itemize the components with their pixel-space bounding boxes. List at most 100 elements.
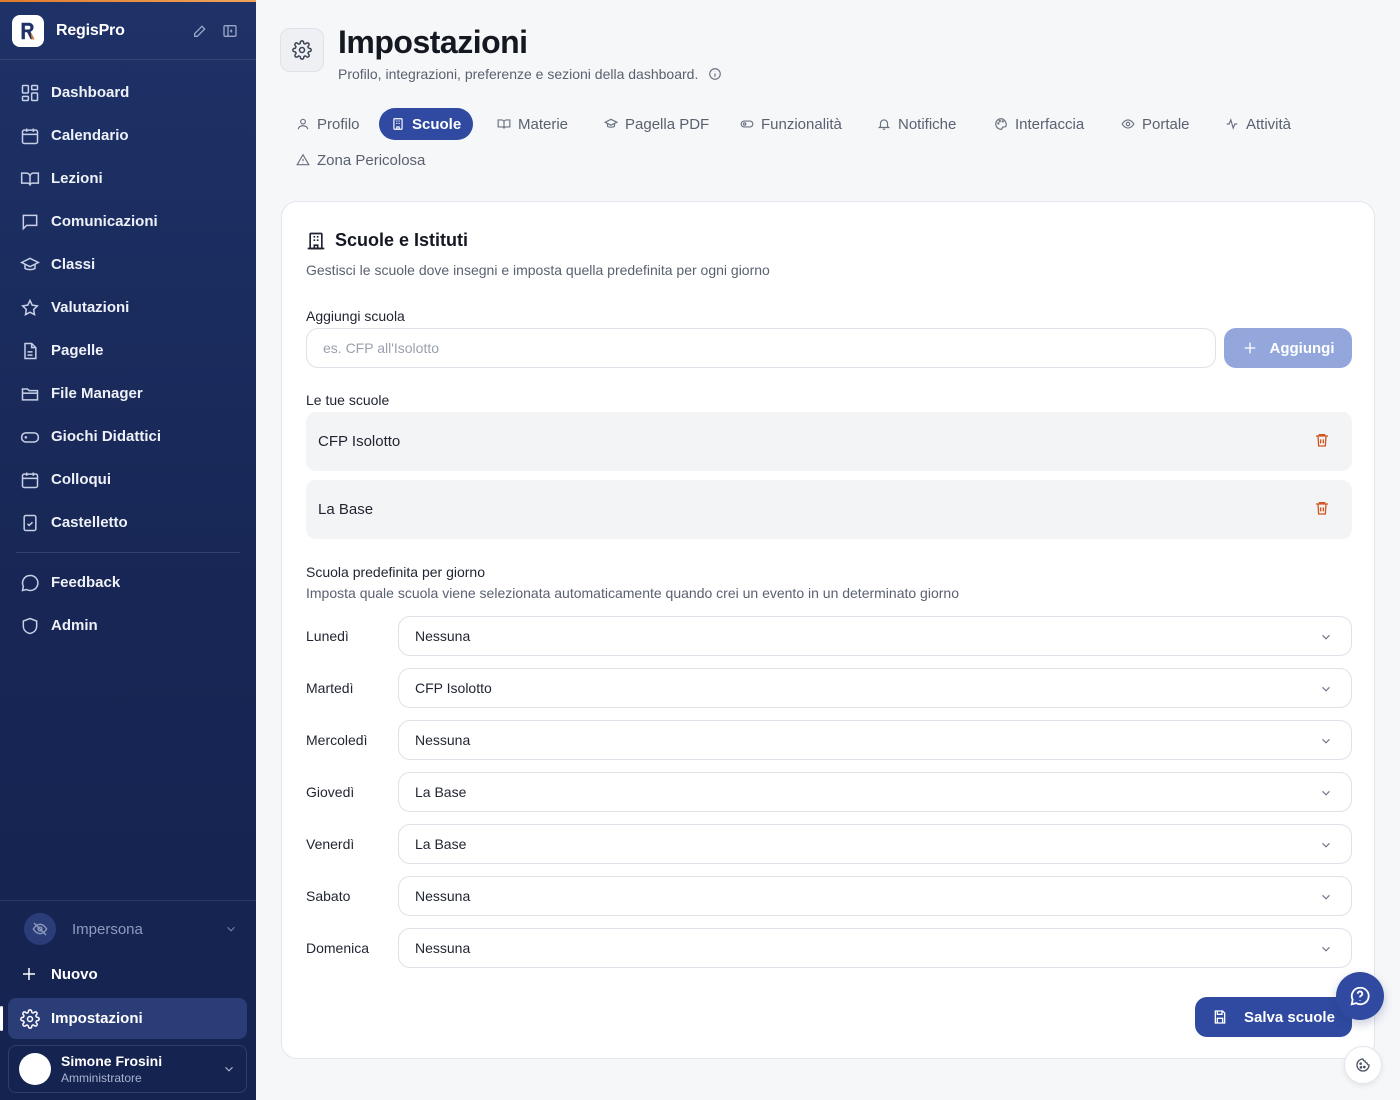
user-name: Simone Frosini — [61, 1053, 163, 1069]
default-school-select-venerdi[interactable]: La Base — [398, 824, 1352, 864]
chevron-down-icon — [222, 1062, 236, 1076]
building-icon — [391, 117, 405, 131]
book-icon — [497, 117, 511, 131]
default-school-select-domenica[interactable]: Nessuna — [398, 928, 1352, 968]
add-school-input[interactable] — [306, 328, 1216, 368]
tab-pagella-pdf[interactable]: Pagella PDF — [592, 108, 721, 140]
page-gear-icon — [280, 28, 324, 72]
day-row-martedi: Martedì CFP Isolotto — [306, 668, 1352, 708]
sidebar-item-file-manager[interactable]: File Manager — [8, 372, 248, 415]
day-row-lunedi: Lunedì Nessuna — [306, 616, 1352, 656]
card-description: Gestisci le scuole dove insegni e impost… — [306, 262, 770, 278]
graduation-cap-icon — [20, 255, 40, 275]
star-icon — [20, 298, 40, 318]
cookie-settings-button[interactable] — [1344, 1046, 1382, 1084]
folder-icon — [20, 384, 40, 404]
brand: RegisPro — [12, 14, 244, 48]
page-subtitle: Profilo, integrazioni, preferenze e sezi… — [338, 66, 722, 82]
new-button[interactable]: Nuovo — [20, 960, 98, 988]
day-row-mercoledi: Mercoledì Nessuna — [306, 720, 1352, 760]
add-school-label: Aggiungi scuola — [306, 308, 405, 324]
tab-attivita[interactable]: Attività — [1213, 108, 1303, 140]
gear-icon — [20, 1008, 40, 1029]
sidebar-item-colloqui[interactable]: Colloqui — [8, 458, 248, 501]
sidebar-item-classi[interactable]: Classi — [8, 243, 248, 286]
book-icon — [20, 169, 40, 189]
eye-icon — [1121, 117, 1135, 131]
plus-icon — [20, 965, 38, 983]
schools-list-label: Le tue scuole — [306, 392, 390, 408]
shield-icon — [20, 616, 40, 636]
tab-portale[interactable]: Portale — [1109, 108, 1202, 140]
bell-icon — [877, 117, 891, 131]
chevron-down-icon — [1319, 630, 1333, 644]
schools-card: Scuole e Istituti Gestisci le scuole dov… — [281, 201, 1375, 1059]
tab-interfaccia[interactable]: Interfaccia — [982, 108, 1096, 140]
user-menu[interactable]: Simone Frosini Amministratore — [8, 1045, 247, 1093]
sidebar-item-lezioni[interactable]: Lezioni — [8, 157, 248, 200]
calendar-icon — [20, 470, 40, 490]
save-icon — [1212, 1009, 1228, 1025]
cookie-icon — [1355, 1057, 1371, 1073]
sidebar-accent-line — [0, 0, 256, 2]
sidebar-item-comunicazioni[interactable]: Comunicazioni — [8, 200, 248, 243]
info-icon[interactable] — [708, 67, 722, 81]
chat-bubble-icon — [20, 573, 40, 593]
day-row-giovedi: Giovedì La Base — [306, 772, 1352, 812]
sidebar-item-calendario[interactable]: Calendario — [8, 114, 248, 157]
help-button[interactable] — [1336, 972, 1384, 1020]
chevron-down-icon — [1319, 838, 1333, 852]
add-school-button[interactable]: Aggiungi — [1224, 328, 1352, 368]
avatar — [19, 1053, 51, 1085]
sidebar-item-valutazioni[interactable]: Valutazioni — [8, 286, 248, 329]
trash-icon[interactable] — [1314, 432, 1330, 448]
brand-logo-icon[interactable] — [12, 15, 44, 47]
sidebar-item-giochi-didattici[interactable]: Giochi Didattici — [8, 415, 248, 458]
day-row-venerdi: Venerdì La Base — [306, 824, 1352, 864]
sidebar-item-dashboard[interactable]: Dashboard — [8, 71, 248, 114]
calendar-icon — [20, 126, 40, 146]
default-school-select-martedi[interactable]: CFP Isolotto — [398, 668, 1352, 708]
page-title: Impostazioni — [338, 24, 528, 60]
edit-icon[interactable] — [192, 23, 208, 39]
brand-name: RegisPro — [56, 22, 125, 39]
collapse-sidebar-icon[interactable] — [222, 23, 238, 39]
default-school-select-giovedi[interactable]: La Base — [398, 772, 1352, 812]
impersona-select[interactable]: Impersona — [24, 912, 238, 946]
tab-funzionalita[interactable]: Funzionalità — [728, 108, 854, 140]
card-title: Scuole e Istituti — [306, 230, 468, 251]
tab-zona-pericolosa[interactable]: Zona Pericolosa — [284, 144, 437, 176]
chevron-down-icon — [1319, 890, 1333, 904]
tab-notifiche[interactable]: Notifiche — [865, 108, 968, 140]
activity-icon — [1225, 117, 1239, 131]
chevron-down-icon — [1319, 734, 1333, 748]
save-schools-button[interactable]: Salva scuole — [1195, 997, 1352, 1037]
default-school-select-lunedi[interactable]: Nessuna — [398, 616, 1352, 656]
clipboard-check-icon — [20, 513, 40, 533]
plus-icon — [1242, 340, 1258, 356]
warning-icon — [296, 153, 310, 167]
chevron-down-icon — [1319, 786, 1333, 800]
sidebar-item-admin[interactable]: Admin — [8, 604, 248, 647]
help-icon — [1349, 985, 1371, 1007]
tab-profilo[interactable]: Profilo — [284, 108, 372, 140]
user-role: Amministratore — [61, 1071, 142, 1085]
gamepad-icon — [20, 427, 40, 447]
default-school-select-mercoledi[interactable]: Nessuna — [398, 720, 1352, 760]
chevron-down-icon — [1319, 682, 1333, 696]
list-item: CFP Isolotto — [306, 412, 1352, 471]
sidebar-item-impostazioni[interactable]: Impostazioni — [0, 998, 247, 1039]
document-icon — [20, 341, 40, 361]
sidebar-item-pagelle[interactable]: Pagelle — [8, 329, 248, 372]
list-item: La Base — [306, 480, 1352, 539]
building-icon — [306, 231, 326, 251]
user-icon — [296, 117, 310, 131]
default-school-select-sabato[interactable]: Nessuna — [398, 876, 1352, 916]
chevron-down-icon — [1319, 942, 1333, 956]
default-school-label: Scuola predefinita per giorno — [306, 564, 486, 580]
tab-scuole[interactable]: Scuole — [379, 108, 474, 140]
tab-materie[interactable]: Materie — [485, 108, 580, 140]
trash-icon[interactable] — [1314, 500, 1330, 516]
sidebar-item-castelletto[interactable]: Castelletto — [8, 501, 248, 544]
sidebar-item-feedback[interactable]: Feedback — [8, 561, 248, 604]
